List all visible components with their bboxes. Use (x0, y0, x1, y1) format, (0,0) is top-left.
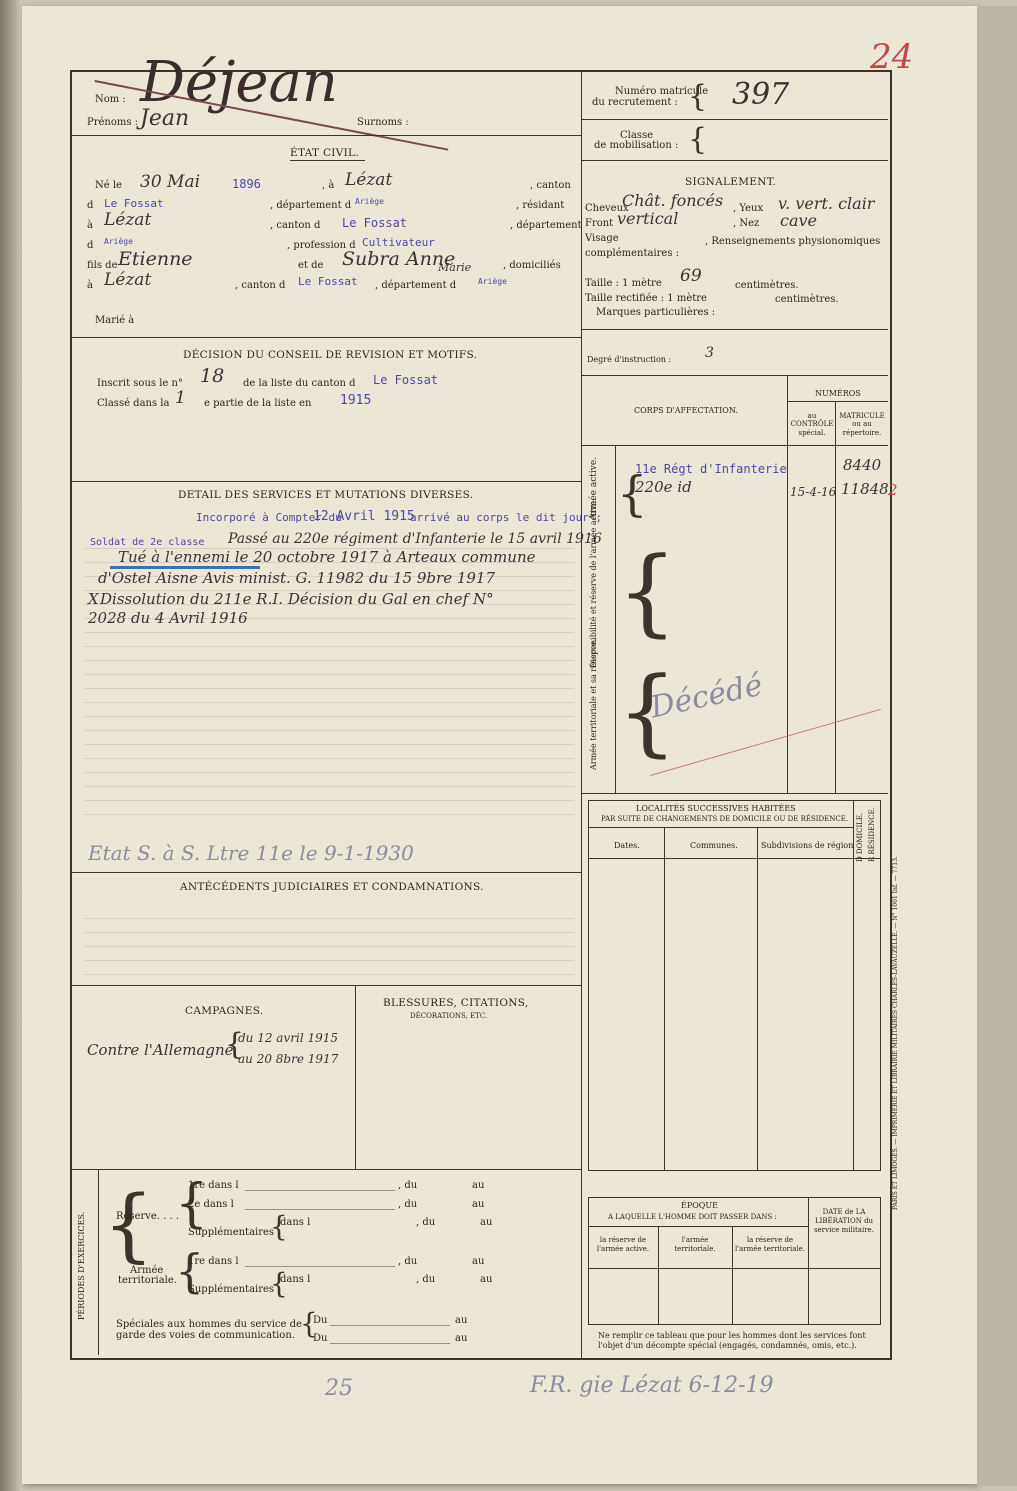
inscrit-value: 18 (200, 365, 225, 387)
book-binding (0, 0, 22, 1491)
corps-1: 11e Régt d'Infanterie (635, 462, 787, 476)
res-canton: Le Fossat (342, 216, 408, 230)
footer-stamp: F.R. gie Lézat 6-12-19 (530, 1373, 774, 1398)
printer-imprint: PARIS ET LIMOGES. — IMPRIMERIE ET LIBRAI… (892, 856, 899, 1210)
corps-2-num: 11848 (841, 480, 889, 498)
campagne-to: au 20 8bre 1917 (238, 1052, 339, 1066)
prenoms-label: Prénoms : (87, 117, 139, 128)
departement-value: Ariège (355, 197, 384, 206)
service-line-4-mark: X (88, 590, 99, 608)
service-line-5: 2028 du 4 Avril 1916 (88, 609, 248, 627)
prenoms-value: Jean (140, 106, 190, 131)
nom-value: Déjean (140, 50, 338, 115)
footer-mark: 25 (325, 1376, 353, 1401)
yeux-value: v. vert. clair (778, 194, 875, 213)
page-edge (977, 6, 1017, 1486)
degre-value: 3 (705, 345, 714, 361)
birth-date: 30 Mai (140, 172, 201, 192)
partie-value: 1915 (340, 393, 372, 408)
localites-title: LOCALITÉS SUCCESSIVES HABITÉES (636, 804, 796, 813)
campagne-entry: Contre l'Allemagne (87, 1041, 234, 1059)
birth-year: 1896 (232, 177, 261, 191)
parents-departement: Ariège (478, 277, 507, 286)
front-value: vertical (617, 209, 679, 228)
corps-1-num: 8440 (843, 456, 882, 474)
periodes-side-label: PÉRIODES D'EXERCICES. (77, 1211, 86, 1320)
profession: Cultivateur (362, 236, 435, 249)
antecedents-title: ANTÉCÉDENTS JUDICIAIRES ET CONDAMNATIONS… (180, 881, 484, 893)
etat-civil-title: ÉTAT CIVIL. (290, 147, 359, 159)
service-line-1: Passé au 220e régiment d'Infanterie le 1… (228, 531, 602, 547)
nom-label: Nom : (95, 94, 126, 105)
res-departement: Ariège (104, 237, 133, 246)
birth-place: Lézat (345, 170, 393, 190)
corps-2: 220e id (635, 478, 692, 496)
pencil-note: Etat S. à S. Ltre 11e le 9-1-1930 (88, 841, 414, 865)
signalement-title: SIGNALEMENT. (685, 176, 777, 188)
corps-2-mark: 2 (888, 481, 898, 499)
cheveux-value: Chât. foncés (622, 191, 724, 210)
corner-number: 24 (870, 37, 914, 77)
service-line-3: d'Ostel Aisne Avis minist. G. 11982 du 1… (98, 569, 496, 587)
taille-value: 69 (680, 266, 702, 286)
decision-title: DÉCISION DU CONSEIL DE REVISION ET MOTIF… (183, 349, 478, 361)
epoque-title: ÉPOQUE (681, 1201, 718, 1210)
antecedents-ruled-area (84, 905, 574, 975)
marie-label: Marié à (95, 315, 135, 326)
campagne-from: du 12 avril 1915 (238, 1031, 339, 1045)
blessures-title: BLESSURES, CITATIONS, (383, 997, 529, 1009)
canton-value: Le Fossat (104, 197, 164, 210)
parents-canton: Le Fossat (298, 275, 358, 288)
nez-value: cave (780, 211, 818, 230)
soldat-stamp: Soldat de 2e classe (90, 537, 205, 548)
corps-label: CORPS D'AFFECTATION. (634, 406, 738, 415)
column-divider (581, 72, 582, 1358)
matricule-value: 397 (732, 77, 790, 112)
liste-canton-value: Le Fossat (373, 373, 439, 387)
classe-value: 1 (175, 388, 186, 408)
campagnes-title: CAMPAGNES. (185, 1005, 264, 1017)
register-page: 24 Nom : Déjean Prénoms : Jean Surnoms :… (0, 0, 1017, 1491)
territoriale-label: Armée territoriale et sa réserve. (589, 638, 598, 770)
services-title: DETAIL DES SERVICES ET MUTATIONS DIVERSE… (178, 489, 474, 501)
residence: Lézat (104, 210, 152, 230)
parents-place: Lézat (104, 270, 152, 290)
mother-extra: Marie (438, 261, 472, 274)
service-line-2: Tué à l'ennemi le 20 octobre 1917 à Arte… (118, 548, 536, 566)
father: Etienne (118, 248, 193, 270)
corps-2-date: 15-4-16 (790, 485, 837, 499)
surnoms-label: Surnoms : (357, 117, 409, 128)
service-line-4: Dissolution du 211e R.I. Décision du Gal… (100, 590, 494, 608)
